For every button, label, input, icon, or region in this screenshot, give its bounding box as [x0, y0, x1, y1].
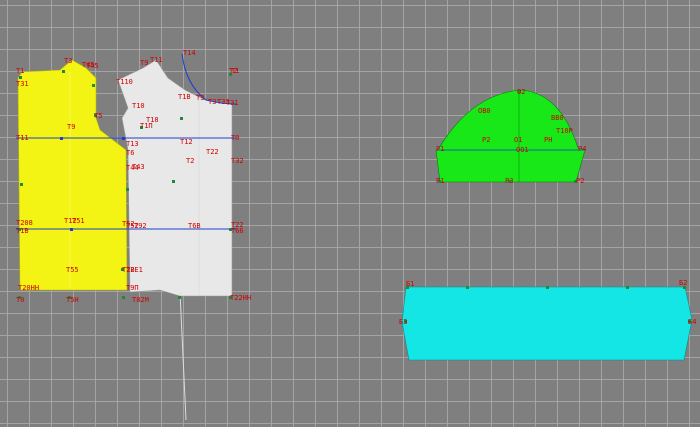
front-point-label: Т0	[231, 134, 239, 142]
front-point-label: Т9П	[126, 284, 139, 292]
cuff-piece-shape[interactable]	[401, 286, 693, 361]
front-point-label: Т3	[196, 94, 204, 102]
front-point-label: Т82М	[132, 296, 149, 304]
front-point-label: Т9	[140, 59, 148, 67]
sleeve-point-label: Р2	[482, 136, 490, 144]
front-point-label: Т92	[134, 222, 147, 230]
front-point-label: Т110	[116, 78, 133, 86]
back-point-label: Т31	[16, 80, 29, 88]
front-point-label: Т2	[186, 157, 194, 165]
front-grainline	[179, 291, 187, 421]
sleeve-point-label: РН	[544, 136, 552, 144]
back-point-label: Т5	[94, 112, 102, 120]
front-point-label: Т12	[180, 138, 193, 146]
cuff-point-label: Б1	[406, 280, 414, 288]
back-point-label: Т1	[16, 67, 24, 75]
back-piece[interactable]	[17, 59, 128, 291]
front-point-label: Т22НН	[230, 294, 251, 302]
sleeve-piece-shape[interactable]	[435, 89, 586, 183]
front-point-label: Т14	[183, 49, 196, 57]
back-point-label: Т3	[64, 57, 72, 65]
front-point-label: Т45	[86, 62, 99, 70]
back-point-label: Т20НН	[18, 284, 39, 292]
front-point-label: Т66	[231, 227, 244, 235]
front-point-label: Т43	[132, 163, 145, 171]
front-point-label: Т2Е1	[126, 266, 143, 274]
front-point-label: Т3	[208, 98, 216, 106]
front-piece-shape[interactable]	[117, 59, 233, 297]
sleeve-point-label: Р3	[505, 177, 513, 185]
pattern-drawing: Т1 Т3 Т45 Т31 Т9 Т5 Т6 Т11 Т12 Т208 Т1В …	[16, 49, 696, 421]
back-point-label: Т55	[66, 266, 79, 274]
sleeve-point-label: Р1	[436, 177, 444, 185]
sleeve-point-label: ОВ0	[478, 107, 491, 115]
front-piece[interactable]	[117, 59, 233, 421]
cuff-point-label: Б3	[399, 318, 407, 326]
back-point-label: Т9	[67, 123, 75, 131]
sleeve-point-label: Р2	[576, 177, 584, 185]
back-point-label: Т51	[72, 217, 85, 225]
sleeve-point-label: ОО1	[516, 146, 529, 154]
back-point-label: Т0	[16, 296, 24, 304]
sleeve-point-label: О1	[514, 136, 522, 144]
sleeve-point-label: Т10Р	[556, 127, 573, 135]
front-point-label: Т31	[226, 99, 239, 107]
back-point-label: Т5Н	[66, 296, 79, 304]
back-point-label: Т11	[16, 134, 29, 142]
front-point-label: Т11	[150, 56, 163, 64]
front-point-label: Т13	[126, 140, 139, 148]
back-point-label: Т6	[126, 149, 134, 157]
back-point-label: Т208	[16, 219, 33, 227]
pattern-canvas[interactable]: Т1 Т3 Т45 Т31 Т9 Т5 Т6 Т11 Т12 Т208 Т1В …	[0, 0, 700, 427]
back-point-label: Т1В	[16, 227, 29, 235]
front-point-label: Т32	[231, 157, 244, 165]
sleeve-point-label: О2	[517, 88, 525, 96]
front-point-label: Т1	[231, 67, 239, 75]
sleeve-point-label: Р4	[578, 145, 586, 153]
cuff-point-label: Б2	[679, 279, 687, 287]
cuff-piece[interactable]	[401, 286, 693, 361]
front-point-label: Т10	[132, 102, 145, 110]
front-point-label: Т1В	[178, 93, 191, 101]
sleeve-piece[interactable]	[435, 89, 586, 183]
back-piece-shape[interactable]	[17, 59, 128, 291]
front-point-label: Т22	[206, 148, 219, 156]
sleeve-point-label: Р1	[436, 145, 444, 153]
front-point-label: Т18	[146, 116, 159, 124]
front-point-label: Т6В	[188, 222, 201, 230]
cuff-point-label: Б4	[688, 318, 696, 326]
sleeve-point-label: ВВ0	[551, 114, 564, 122]
